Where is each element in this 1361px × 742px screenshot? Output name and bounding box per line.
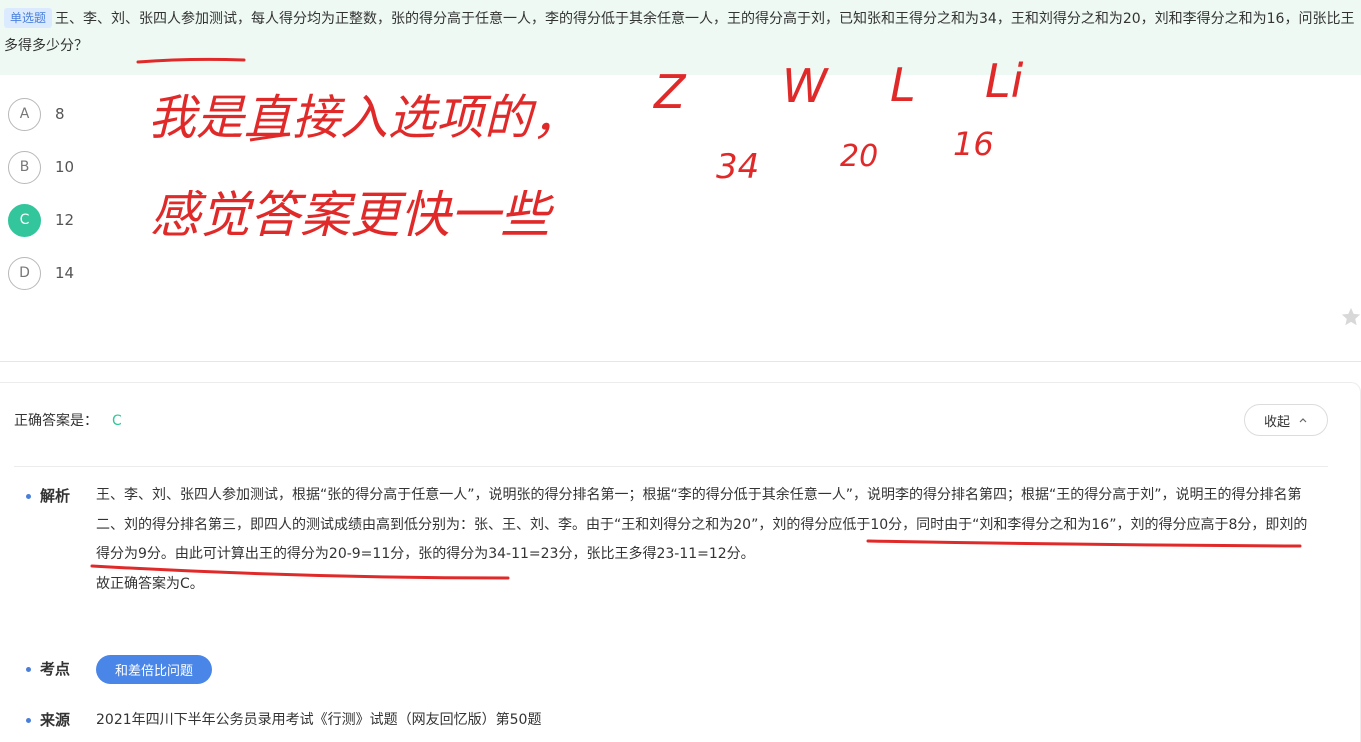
option-value: 14 (55, 264, 75, 282)
option-a[interactable]: A 8 (8, 97, 208, 131)
analysis-title: 解析 (40, 487, 71, 505)
option-value: 8 (55, 105, 65, 123)
page: { "question": { "type_badge": "单选题", "te… (0, 0, 1361, 742)
handwriting-underline-zhi (249, 132, 291, 142)
handwriting-number-16: 16 (953, 125, 994, 163)
option-c[interactable]: C 12 (8, 203, 208, 237)
divider (14, 466, 1328, 467)
source-text: 2021年四川下半年公务员录用考试《行测》试题（网友回忆版）第50题 (96, 712, 542, 728)
question-type-badge: 单选题 (4, 8, 53, 28)
correct-answer-label: 正确答案是： (14, 413, 98, 429)
option-d[interactable]: D 14 (8, 256, 208, 290)
handwriting-line2: 感觉答案更快一些 (150, 186, 555, 244)
star-icon[interactable] (1340, 306, 1361, 328)
chevron-up-icon (1299, 418, 1307, 423)
analysis-body: 王、李、刘、张四人参加测试，根据“张的得分高于任意一人”，说明张的得分排名第一；… (96, 487, 1308, 562)
bullet-icon (26, 494, 31, 499)
bullet-icon (26, 718, 31, 723)
analysis-text: 王、李、刘、张四人参加测试，根据“张的得分高于任意一人”，说明张的得分排名第一；… (96, 481, 1316, 599)
correct-answer-value: C (112, 413, 122, 429)
divider (0, 361, 1361, 362)
collapse-button[interactable]: 收起 (1244, 404, 1328, 436)
correct-answer-row: 正确答案是： C (14, 410, 122, 430)
question-stem: 王、李、刘、张四人参加测试，每人得分均为正整数，张的得分高于任意一人，李的得分低… (4, 11, 1355, 54)
option-letter: B (8, 150, 41, 184)
handwriting-line1: 我是直接入选项的， (148, 90, 580, 146)
option-letter: A (8, 97, 41, 131)
handwriting-number-20: 20 (840, 139, 878, 174)
question-text-block: 单选题 王、李、刘、张四人参加测试，每人得分均为正整数，张的得分高于任意一人，李的… (4, 6, 1356, 60)
option-b[interactable]: B 10 (8, 150, 208, 184)
collapse-label: 收起 (1263, 414, 1290, 430)
kaodian-tag[interactable]: 和差倍比问题 (96, 655, 212, 684)
bullet-icon (26, 667, 31, 672)
option-letter: D (8, 256, 41, 290)
kaodian-title: 考点 (40, 660, 71, 678)
option-value: 12 (55, 211, 75, 229)
source-title: 来源 (40, 711, 71, 729)
analysis-conclusion: 故正确答案为C。 (96, 575, 204, 592)
question-header: 单选题 王、李、刘、张四人参加测试，每人得分均为正整数，张的得分高于任意一人，李的… (0, 0, 1361, 75)
option-value: 10 (55, 158, 75, 176)
option-letter: C (8, 203, 41, 237)
handwriting-number-34: 34 (716, 147, 759, 187)
